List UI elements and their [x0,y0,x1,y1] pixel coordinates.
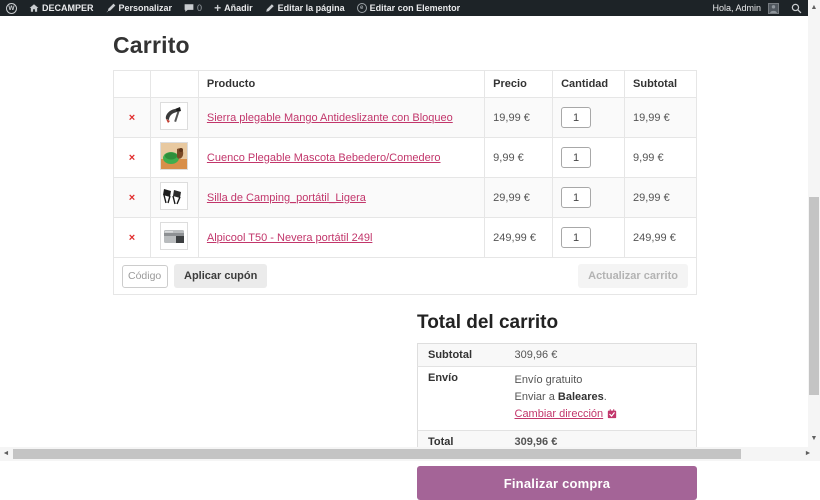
cart-actions-bar: Aplicar cupón Actualizar carrito [122,264,688,288]
site-name-label: DECAMPER [42,3,94,13]
plus-icon: + [214,3,221,13]
elementor-icon: e [357,3,367,13]
header-product: Producto [198,71,484,98]
subtotal-value: 309,96 € [513,344,697,367]
search-toggle[interactable] [785,0,808,16]
remove-item-button[interactable]: × [129,112,135,124]
edit-with-elementor-menu[interactable]: e Editar con Elementor [351,0,467,16]
comments-count: 0 [197,3,202,13]
scroll-up-arrow-icon[interactable]: ▲ [808,2,820,14]
update-cart-button[interactable]: Actualizar carrito [578,264,688,288]
totals-table: Subtotal 309,96 € Envío Envío gratuito E… [417,343,697,454]
customize-menu[interactable]: Personalizar [100,0,179,16]
product-thumbnail-saw[interactable] [160,102,188,130]
page-content: Carrito Producto Precio Cantidad Subtota… [0,16,808,447]
subtotal-row: Subtotal 309,96 € [418,344,697,367]
quantity-input[interactable] [561,187,591,208]
shipping-row: Envío Envío gratuito Enviar a Baleares. … [418,367,697,431]
edit-page-label: Editar la página [278,3,345,13]
wordpress-logo-icon: W [6,3,17,14]
comment-bubble-icon [184,3,194,13]
edit-page-menu[interactable]: Editar la página [259,0,351,16]
header-remove [114,71,151,98]
subtotal-cell: 19,99 € [625,98,697,138]
account-menu[interactable]: Hola, Admin [706,0,785,16]
quantity-input[interactable] [561,147,591,168]
remove-item-button[interactable]: × [129,152,135,164]
product-link[interactable]: Sierra plegable Mango Antideslizante con… [207,112,453,124]
cart-row: × Cuenco Plegable Mascota Bebedero/Comed… [114,138,697,178]
remove-item-button[interactable]: × [129,232,135,244]
account-greeting: Hola, Admin [712,3,761,13]
ship-to-suffix: . [604,391,607,403]
brush-icon [106,3,116,13]
scroll-right-arrow-icon[interactable]: ► [802,447,814,461]
price-cell: 249,99 € [485,218,553,258]
pencil-icon [265,3,275,13]
cart-row: × Sierra plegable Mango Antideslizante c… [114,98,697,138]
cart-table: Producto Precio Cantidad Subtotal × Sier… [113,70,697,295]
totals-title: Total del carrito [417,312,697,334]
coupon-code-input[interactable] [122,265,168,288]
elementor-label: Editar con Elementor [370,3,461,13]
remove-item-button[interactable]: × [129,192,135,204]
product-thumbnail-portable-fridge[interactable] [160,222,188,250]
new-content-menu[interactable]: + Añadir [208,0,259,16]
site-name-menu[interactable]: DECAMPER [23,0,100,16]
vertical-scrollbar-thumb[interactable] [809,197,819,395]
subtotal-label: Subtotal [418,344,513,367]
cart-header-row: Producto Precio Cantidad Subtotal [114,71,697,98]
price-cell: 19,99 € [485,98,553,138]
price-cell: 9,99 € [485,138,553,178]
new-label: Añadir [224,3,253,13]
shipping-method: Envío gratuito [515,372,695,389]
avatar [768,3,779,14]
search-icon [791,3,802,14]
change-address-link[interactable]: Cambiar dirección [515,408,604,420]
cart-totals: Total del carrito Subtotal 309,96 € Enví… [417,312,697,500]
product-link[interactable]: Cuenco Plegable Mascota Bebedero/Comeder… [207,152,441,164]
scroll-down-arrow-icon[interactable]: ▼ [808,433,820,445]
quantity-input[interactable] [561,107,591,128]
header-quantity: Cantidad [553,71,625,98]
vertical-scrollbar[interactable]: ▲ ▼ [808,0,820,447]
shipping-label: Envío [418,367,513,431]
wp-logo-menu[interactable]: W [0,0,23,16]
price-cell: 29,99 € [485,178,553,218]
product-link[interactable]: Alpicool T50 - Nevera portátil 249l [207,232,373,244]
comments-menu[interactable]: 0 [178,0,208,16]
ship-to-prefix: Enviar a [515,391,558,403]
page-title: Carrito [113,32,697,59]
change-address-icon [607,408,617,425]
home-icon [29,3,39,13]
wp-admin-bar: W DECAMPER Personalizar 0 + Añadir Edita… [0,0,808,16]
subtotal-cell: 29,99 € [625,178,697,218]
product-thumbnail-camping-chairs[interactable] [160,182,188,210]
subtotal-cell: 9,99 € [625,138,697,178]
checkout-button[interactable]: Finalizar compra [417,466,697,500]
scroll-left-arrow-icon[interactable]: ◄ [0,447,12,461]
header-price: Precio [485,71,553,98]
apply-coupon-button[interactable]: Aplicar cupón [174,264,267,288]
product-link[interactable]: Silla de Camping_portátil_Ligera [207,192,366,204]
cart-row: × Alpicool T50 - Nevera portátil 249l 24… [114,218,697,258]
horizontal-scrollbar-thumb[interactable] [13,449,741,459]
cart-row: × Silla de Camping_portátil_Ligera 29,99… [114,178,697,218]
quantity-input[interactable] [561,227,591,248]
ship-to-destination: Baleares [558,391,604,403]
ship-to-line: Enviar a Baleares. [515,389,695,406]
subtotal-cell: 249,99 € [625,218,697,258]
horizontal-scrollbar[interactable]: ◄ ► [0,447,820,461]
customize-label: Personalizar [119,3,173,13]
product-thumbnail-pet-bowl[interactable] [160,142,188,170]
header-thumbnail [150,71,198,98]
header-subtotal: Subtotal [625,71,697,98]
